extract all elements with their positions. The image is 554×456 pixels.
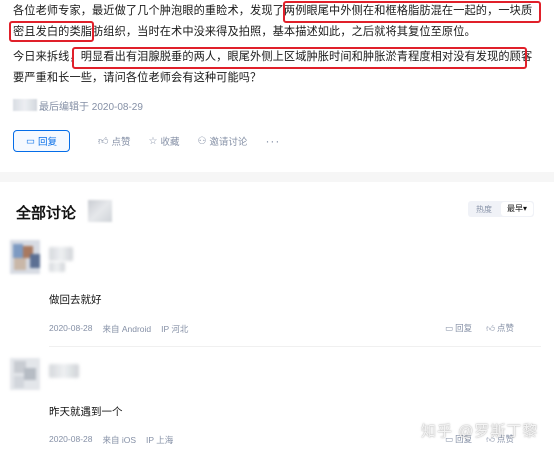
- comment-actions: ▭ 回复 👍︎ 点赞: [445, 322, 514, 334]
- thumbs-up-icon: 👍︎: [98, 136, 109, 147]
- avatar[interactable]: [10, 358, 40, 390]
- avatar[interactable]: [10, 240, 40, 274]
- collect-label: 收藏: [160, 137, 180, 148]
- edit-time: 最后编辑于 2020-08-29: [13, 96, 143, 114]
- edit-mosaic: [13, 99, 37, 111]
- comment-reply-button[interactable]: ▭ 回复: [445, 322, 472, 334]
- more-button[interactable]: ···: [265, 134, 280, 148]
- comment-source: 来自 iOS: [102, 435, 137, 445]
- comment-ip: IP 河北: [161, 324, 189, 334]
- comment-date: 2020-08-28: [49, 434, 93, 444]
- commenter-name[interactable]: [49, 247, 73, 261]
- comment-reply-label: 回复: [455, 323, 473, 333]
- discussion-title: 全部讨论: [16, 205, 77, 222]
- star-icon: ☆: [148, 135, 158, 147]
- reply-button-label: 回复: [37, 137, 57, 148]
- reply-button[interactable]: ▭ 回复: [13, 130, 70, 152]
- commenter-name-2: [49, 262, 65, 272]
- section-divider: [0, 172, 554, 182]
- post-paragraph-2: 今日来拆线，明显看出有泪腺脱垂的两人，眼尾外侧上区域肿胀时间和肿胀淤青程度相对没…: [13, 51, 533, 84]
- like-button[interactable]: 👍︎ 点赞: [98, 134, 130, 148]
- invite-label: 邀请讨论: [209, 137, 248, 148]
- comment-date: 2020-08-28: [49, 323, 93, 333]
- invite-user-icon: ⚇: [197, 135, 207, 147]
- comment-body: 做回去就好: [49, 294, 102, 306]
- like-label: 点赞: [111, 137, 131, 148]
- thumbs-up-icon: 👍︎: [486, 322, 495, 333]
- collect-button[interactable]: ☆ 收藏: [148, 134, 180, 149]
- comment-meta: 2020-08-28 来自 iOS IP 上海: [49, 434, 173, 446]
- sort-switch[interactable]: 热度 最早▾: [468, 201, 534, 217]
- comment-ip: IP 上海: [146, 435, 174, 445]
- watermark: 知乎 @罗斯丁黎: [421, 423, 539, 440]
- comment-meta: 2020-08-28 来自 Android IP 河北: [49, 323, 188, 335]
- discussion-count-mosaic: [88, 200, 112, 222]
- comment-icon: ▭: [26, 135, 35, 147]
- sort-hot[interactable]: 热度: [468, 204, 500, 215]
- post-paragraph-1: 各位老师专家，最近做了几个肿泡眼的重睑术，发现了两例眼尾中外侧在和框格脂肪混在一…: [13, 5, 533, 38]
- comment-divider: [49, 346, 541, 347]
- comment-like-button[interactable]: 👍︎ 点赞: [486, 322, 514, 334]
- invite-button[interactable]: ⚇ 邀请讨论: [197, 134, 248, 149]
- comment-body: 昨天就遇到一个: [49, 406, 123, 418]
- comment-source: 来自 Android: [102, 324, 152, 334]
- commenter-name[interactable]: [49, 364, 79, 378]
- comment-like-label: 点赞: [496, 323, 514, 333]
- edit-time-text: 最后编辑于 2020-08-29: [39, 101, 143, 113]
- comment-icon: ▭: [445, 322, 454, 333]
- sort-new[interactable]: 最早▾: [501, 202, 533, 216]
- post-action-bar: ▭ 回复 👍︎ 点赞 ☆ 收藏 ⚇ 邀请讨论 ···: [13, 129, 280, 153]
